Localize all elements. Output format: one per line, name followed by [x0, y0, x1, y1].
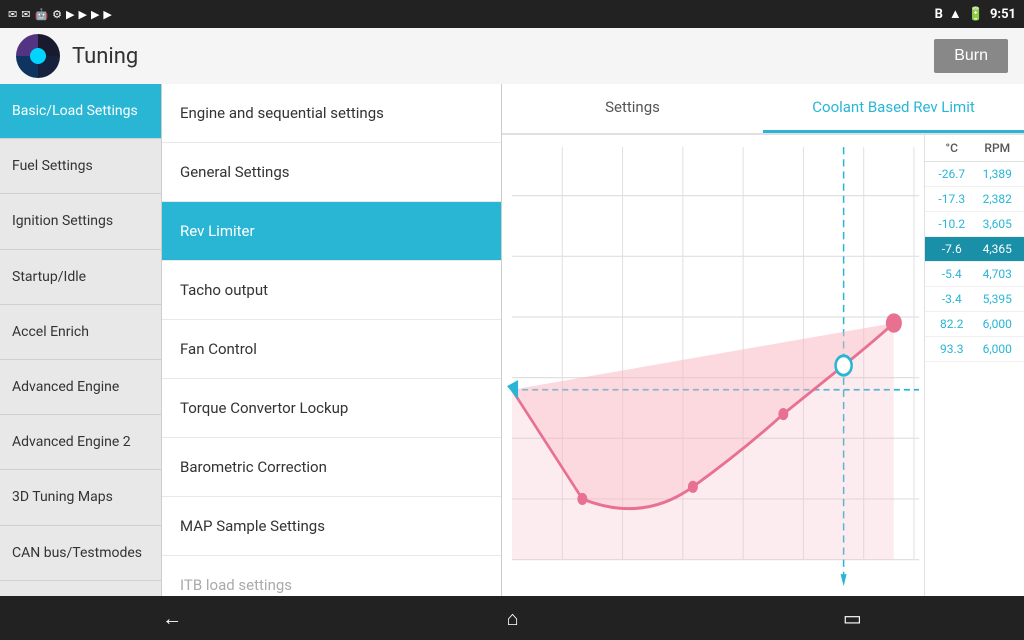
temp-value: -26.7 — [929, 167, 975, 181]
bug-icon: ⚙ — [52, 8, 62, 21]
table-row[interactable]: -17.32,382 — [925, 187, 1024, 212]
status-right: B ▲ 🔋 9:51 — [935, 6, 1016, 22]
rpm-value: 6,000 — [975, 317, 1021, 331]
main-container: Basic/Load SettingsFuel SettingsIgnition… — [0, 84, 1024, 596]
back-button[interactable]: ← — [142, 598, 202, 639]
col2-header: RPM — [975, 141, 1021, 155]
tab-settings[interactable]: Settings — [502, 84, 763, 133]
menu-item-tacho-output[interactable]: Tacho output — [162, 261, 501, 320]
menu-item-torque-convertor[interactable]: Torque Convertor Lockup — [162, 379, 501, 438]
sidebar-item-3d-tuning[interactable]: 3D Tuning Maps — [0, 470, 161, 525]
sidebar-item-startup-idle[interactable]: Startup/Idle — [0, 250, 161, 305]
status-bar: ✉ ✉ 🤖 ⚙ ▶ ▶ ▶ ▶ B ▲ 🔋 9:51 — [0, 0, 1024, 28]
video-icon-1: ▶ — [78, 8, 86, 21]
sidebar-item-advanced-engine[interactable]: Advanced Engine — [0, 360, 161, 415]
app-bar: Tuning Burn — [0, 28, 1024, 84]
app-title: Tuning — [72, 44, 138, 69]
store-icon: ▶ — [66, 8, 74, 21]
temp-value: 82.2 — [929, 317, 975, 331]
sidebar-item-accel-enrich[interactable]: Accel Enrich — [0, 305, 161, 360]
temp-value: -7.6 — [929, 242, 975, 256]
menu-item-itb-load: ITB load settings — [162, 556, 501, 596]
video-icon-2: ▶ — [91, 8, 99, 21]
chart-content: °C RPM -26.71,389-17.32,382-10.23,605-7.… — [502, 135, 1024, 596]
temp-value: -3.4 — [929, 292, 975, 306]
sidebar-item-fuel[interactable]: Fuel Settings — [0, 139, 161, 194]
table-row[interactable]: -3.45,395 — [925, 287, 1024, 312]
temp-value: -5.4 — [929, 267, 975, 281]
burn-button[interactable]: Burn — [934, 39, 1008, 73]
temp-value: -17.3 — [929, 192, 975, 206]
android-icon: 🤖 — [34, 8, 48, 21]
table-row[interactable]: -5.44,703 — [925, 262, 1024, 287]
col1-header: °C — [929, 141, 975, 155]
middle-menu: Engine and sequential settingsGeneral Se… — [162, 84, 502, 596]
msg-icon: ✉ — [8, 8, 17, 21]
menu-item-engine-sequential[interactable]: Engine and sequential settings — [162, 84, 501, 143]
recents-button[interactable]: ▭ — [823, 598, 882, 638]
home-button[interactable]: ⌂ — [486, 598, 538, 639]
rpm-value: 2,382 — [975, 192, 1021, 206]
bottom-nav: ← ⌂ ▭ — [0, 596, 1024, 640]
table-row[interactable]: -7.64,365 — [925, 237, 1024, 262]
chart-tabs: SettingsCoolant Based Rev Limit — [502, 84, 1024, 135]
app-bar-left: Tuning — [16, 34, 138, 78]
rpm-value: 4,703 — [975, 267, 1021, 281]
menu-item-general-settings[interactable]: General Settings — [162, 143, 501, 202]
status-icons: ✉ ✉ 🤖 ⚙ ▶ ▶ ▶ ▶ — [8, 8, 112, 21]
rpm-value: 6,000 — [975, 342, 1021, 356]
app-logo — [16, 34, 60, 78]
sidebar-item-basic-load[interactable]: Basic/Load Settings — [0, 84, 161, 139]
rpm-value: 4,365 — [975, 242, 1021, 256]
sidebar-item-can-bus[interactable]: CAN bus/Testmodes — [0, 526, 161, 581]
chart-svg-area — [502, 135, 924, 596]
temp-value: -10.2 — [929, 217, 975, 231]
chart-svg — [502, 135, 924, 596]
bluetooth-icon: B — [935, 7, 943, 22]
battery-icon: 🔋 — [968, 7, 984, 22]
menu-item-fan-control[interactable]: Fan Control — [162, 320, 501, 379]
chart-area: SettingsCoolant Based Rev Limit — [502, 84, 1024, 596]
rpm-value: 1,389 — [975, 167, 1021, 181]
menu-item-map-sample[interactable]: MAP Sample Settings — [162, 497, 501, 556]
menu-item-rev-limiter[interactable]: Rev Limiter — [162, 202, 501, 261]
table-row[interactable]: -26.71,389 — [925, 162, 1024, 187]
tab-coolant-rev[interactable]: Coolant Based Rev Limit — [763, 84, 1024, 133]
time-display: 9:51 — [990, 7, 1016, 22]
email-icon: ✉ — [21, 8, 30, 21]
temp-value: 93.3 — [929, 342, 975, 356]
wifi-icon: ▲ — [949, 6, 962, 22]
table-row[interactable]: 93.36,000 — [925, 337, 1024, 362]
table-row[interactable]: -10.23,605 — [925, 212, 1024, 237]
table-row[interactable]: 82.26,000 — [925, 312, 1024, 337]
rpm-value: 5,395 — [975, 292, 1021, 306]
data-table-header: °C RPM — [925, 135, 1024, 162]
sidebar-item-advanced-engine-2[interactable]: Advanced Engine 2 — [0, 415, 161, 470]
rpm-value: 3,605 — [975, 217, 1021, 231]
menu-item-barometric[interactable]: Barometric Correction — [162, 438, 501, 497]
sidebar-item-ignition[interactable]: Ignition Settings — [0, 194, 161, 249]
data-table: °C RPM -26.71,389-17.32,382-10.23,605-7.… — [924, 135, 1024, 596]
video-icon-3: ▶ — [103, 8, 111, 21]
sidebar: Basic/Load SettingsFuel SettingsIgnition… — [0, 84, 162, 596]
